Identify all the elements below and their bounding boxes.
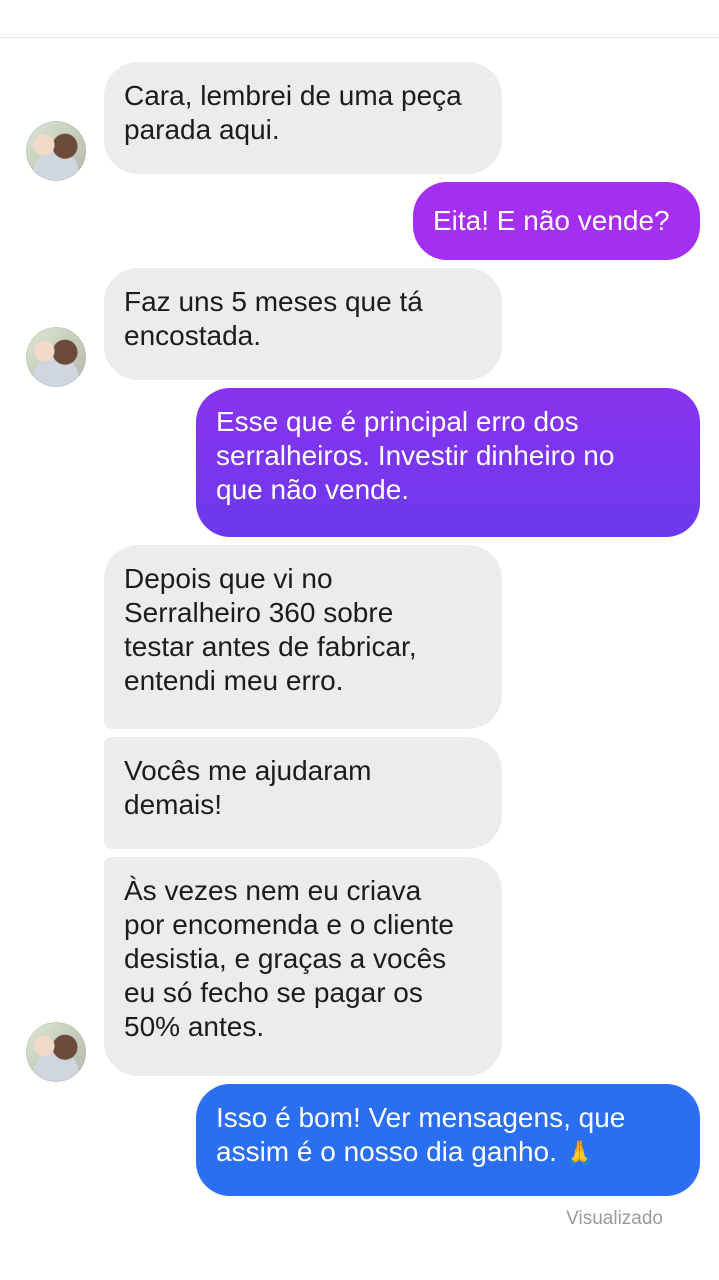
message-text: Às vezes nem eu criava xyxy=(124,875,422,906)
incoming-message-bubble[interactable]: Faz uns 5 meses que tá encostada. xyxy=(104,268,502,380)
incoming-message-bubble[interactable]: Cara, lembrei de uma peça parada aqui. xyxy=(104,62,502,174)
outgoing-message-bubble[interactable]: Esse que é principal erro dos serralheir… xyxy=(196,388,700,537)
contact-avatar[interactable] xyxy=(26,121,86,181)
message-text: encostada. xyxy=(124,320,261,351)
message-text: entendi meu erro. xyxy=(124,665,344,696)
message-text: assim é o nosso dia ganho. xyxy=(216,1136,557,1167)
contact-avatar[interactable] xyxy=(26,1022,86,1082)
message-text: serralheiros. Investir dinheiro no xyxy=(216,440,615,471)
message-text: desistia, e graças a vocês xyxy=(124,943,447,974)
incoming-message-bubble[interactable]: Vocês me ajudaram demais! xyxy=(104,737,502,849)
message-text: parada aqui. xyxy=(124,114,280,145)
message-text: Cara, lembrei de uma peça xyxy=(124,80,462,111)
message-text: Isso é bom! Ver mensagens, que xyxy=(216,1102,626,1133)
message-text-line: assim é o nosso dia ganho. 🙏 xyxy=(216,1135,678,1171)
contact-avatar[interactable] xyxy=(26,327,86,387)
seen-status: Visualizado xyxy=(566,1208,663,1229)
outgoing-message-bubble[interactable]: Eita! E não vende? xyxy=(413,182,700,260)
message-text: Vocês me ajudaram xyxy=(124,755,372,786)
praying-hands-emoji: 🙏 xyxy=(564,1140,595,1167)
message-text: por encomenda e o cliente xyxy=(124,909,454,940)
outgoing-message-bubble[interactable]: Isso é bom! Ver mensagens, que assim é o… xyxy=(196,1084,700,1196)
message-text: Eita! E não vende? xyxy=(433,205,670,236)
message-text: Esse que é principal erro dos xyxy=(216,406,579,437)
incoming-message-bubble[interactable]: Às vezes nem eu criava por encomenda e o… xyxy=(104,857,502,1076)
header-divider xyxy=(0,37,719,38)
message-text: Depois que vi no xyxy=(124,563,333,594)
incoming-message-bubble[interactable]: Depois que vi no Serralheiro 360 sobre t… xyxy=(104,545,502,729)
message-text: que não vende. xyxy=(216,474,410,505)
message-text: eu só fecho se pagar os xyxy=(124,977,423,1008)
message-text: Faz uns 5 meses que tá xyxy=(124,286,423,317)
message-text: testar antes de fabricar, xyxy=(124,631,417,662)
message-text: 50% antes. xyxy=(124,1011,265,1042)
message-text: Serralheiro 360 sobre xyxy=(124,597,394,628)
message-text: demais! xyxy=(124,789,223,820)
